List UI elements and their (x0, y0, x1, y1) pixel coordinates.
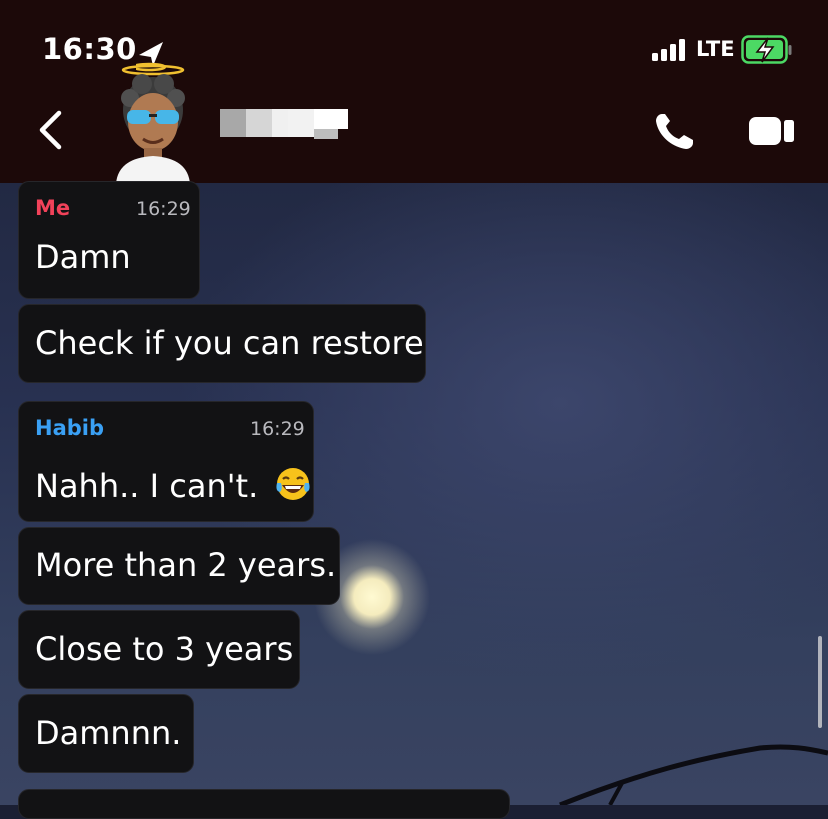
message-bubble[interactable]: Habib 16:29 Nahh.. I can't. (18, 401, 314, 522)
laughing-tears-emoji-icon (276, 468, 310, 500)
video-camera-icon[interactable] (749, 115, 795, 147)
top-bar: 16:30 LTE (0, 0, 828, 184)
phone-icon[interactable] (653, 111, 697, 151)
message-text: Close to 3 years (35, 630, 294, 668)
message-bubble-partial[interactable] (18, 789, 510, 819)
message-bubble[interactable]: Close to 3 years (18, 610, 300, 689)
message-bubble[interactable]: More than 2 years. (18, 527, 340, 605)
scrollbar[interactable] (818, 636, 822, 728)
message-text: More than 2 years. (35, 546, 337, 584)
sender-name: Me (35, 196, 71, 220)
network-type: LTE (696, 37, 735, 61)
message-text: Check if you can restore (35, 324, 424, 362)
signal-bars-icon (652, 39, 685, 61)
message-bubble[interactable]: Check if you can restore (18, 304, 426, 383)
message-text: Damnnn. (35, 714, 182, 752)
message-bubble[interactable]: Me 16:29 Damn (18, 181, 200, 299)
back-chevron-icon[interactable] (37, 109, 65, 151)
message-time: 16:29 (136, 198, 191, 220)
sender-name: Habib (35, 416, 105, 440)
message-text-content: Nahh.. I can't. (35, 467, 259, 505)
message-time: 16:29 (250, 418, 305, 440)
message-bubble[interactable]: Damnnn. (18, 694, 194, 773)
battery-charging-icon (741, 35, 792, 64)
message-text: Damn (35, 238, 131, 276)
contact-name[interactable] (220, 109, 350, 141)
bitmoji-avatar[interactable] (112, 60, 194, 184)
message-text: Nahh.. I can't. (35, 465, 312, 505)
